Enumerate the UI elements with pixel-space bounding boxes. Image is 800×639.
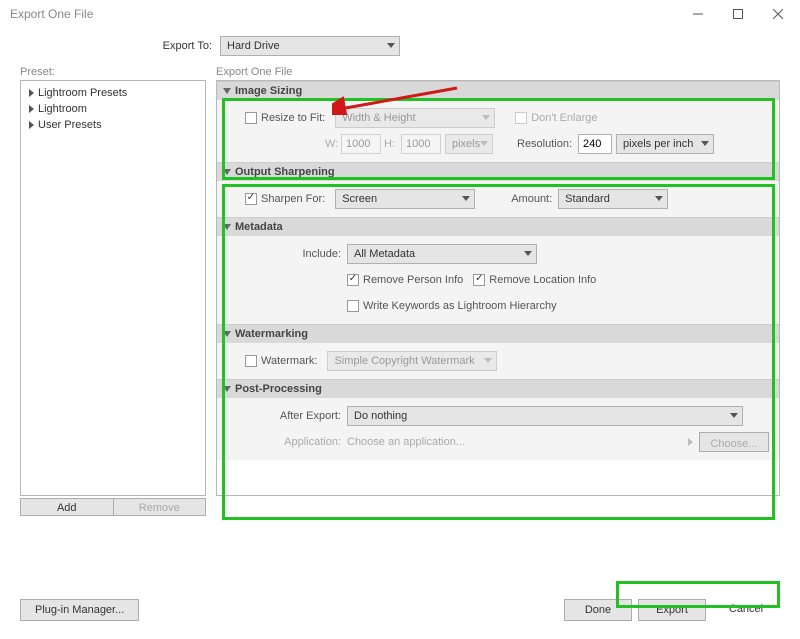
chevron-down-icon bbox=[480, 141, 488, 147]
export-to-value: Hard Drive bbox=[227, 40, 280, 52]
resize-to-fit-checkbox[interactable] bbox=[245, 112, 257, 124]
include-label: Include: bbox=[227, 248, 347, 260]
chevron-down-icon bbox=[524, 251, 532, 257]
unit-select: pixels bbox=[445, 134, 493, 154]
preset-item-label: Lightroom bbox=[38, 103, 87, 115]
preset-item-label: Lightroom Presets bbox=[38, 87, 127, 99]
preset-item-label: User Presets bbox=[38, 119, 102, 131]
triangle-right-icon bbox=[29, 121, 34, 129]
write-keywords-label: Write Keywords as Lightroom Hierarchy bbox=[363, 300, 557, 312]
export-to-label: Export To: bbox=[20, 40, 220, 52]
choose-app-button: Choose... bbox=[699, 432, 769, 452]
sharpen-checkbox[interactable] bbox=[245, 193, 257, 205]
chevron-down-icon bbox=[482, 115, 490, 121]
amount-label: Amount: bbox=[511, 193, 558, 205]
triangle-right-icon bbox=[688, 438, 693, 446]
titlebar: Export One File bbox=[0, 0, 800, 28]
watermark-select: Simple Copyright Watermark bbox=[327, 351, 497, 371]
export-button[interactable]: Export bbox=[638, 599, 706, 621]
triangle-down-icon bbox=[223, 386, 231, 392]
plugin-manager-button[interactable]: Plug-in Manager... bbox=[20, 599, 139, 621]
section-title: Metadata bbox=[235, 221, 283, 233]
sharpen-for-select[interactable]: Screen bbox=[335, 189, 475, 209]
triangle-right-icon bbox=[29, 105, 34, 113]
preset-label: Preset: bbox=[20, 66, 206, 78]
close-button[interactable] bbox=[758, 0, 798, 28]
resolution-unit-value: pixels per inch bbox=[623, 138, 693, 150]
height-input bbox=[401, 134, 441, 154]
after-export-select[interactable]: Do nothing bbox=[347, 406, 743, 426]
triangle-down-icon bbox=[223, 169, 231, 175]
remove-person-checkbox[interactable] bbox=[347, 274, 359, 286]
preset-item[interactable]: User Presets bbox=[23, 117, 203, 133]
settings-panel[interactable]: Image Sizing Resize to Fit: Width & Heig… bbox=[216, 80, 780, 496]
section-title: Image Sizing bbox=[235, 85, 302, 97]
include-select[interactable]: All Metadata bbox=[347, 244, 537, 264]
chevron-down-icon bbox=[462, 196, 470, 202]
preset-item[interactable]: Lightroom bbox=[23, 101, 203, 117]
section-header-watermark[interactable]: Watermarking bbox=[217, 325, 779, 343]
remove-person-label: Remove Person Info bbox=[363, 274, 463, 286]
chevron-down-icon bbox=[655, 196, 663, 202]
remove-preset-button: Remove bbox=[113, 498, 207, 516]
amount-select[interactable]: Standard bbox=[558, 189, 668, 209]
chevron-down-icon bbox=[387, 43, 395, 49]
triangle-down-icon bbox=[223, 331, 231, 337]
watermark-checkbox[interactable] bbox=[245, 355, 257, 367]
after-export-label: After Export: bbox=[227, 410, 347, 422]
w-label: W: bbox=[325, 138, 341, 150]
triangle-right-icon bbox=[29, 89, 34, 97]
sharpen-for-value: Screen bbox=[342, 193, 377, 205]
fit-mode-value: Width & Height bbox=[342, 112, 415, 124]
section-header-metadata[interactable]: Metadata bbox=[217, 218, 779, 236]
resolution-label: Resolution: bbox=[517, 138, 578, 150]
export-to-select[interactable]: Hard Drive bbox=[220, 36, 400, 56]
resolution-input[interactable] bbox=[578, 134, 612, 154]
chevron-down-icon bbox=[730, 413, 738, 419]
h-label: H: bbox=[381, 138, 401, 150]
triangle-down-icon bbox=[223, 88, 231, 94]
resolution-unit-select[interactable]: pixels per inch bbox=[616, 134, 714, 154]
remove-location-checkbox[interactable] bbox=[473, 274, 485, 286]
include-value: All Metadata bbox=[354, 248, 415, 260]
amount-value: Standard bbox=[565, 193, 610, 205]
dont-enlarge-label: Don't Enlarge bbox=[531, 112, 603, 124]
window-title: Export One File bbox=[10, 7, 93, 21]
sharpen-for-label: Sharpen For: bbox=[261, 193, 335, 205]
write-keywords-checkbox[interactable] bbox=[347, 300, 359, 312]
fit-mode-select: Width & Height bbox=[335, 108, 495, 128]
maximize-button[interactable] bbox=[718, 0, 758, 28]
chevron-down-icon bbox=[701, 141, 709, 147]
dont-enlarge-checkbox bbox=[515, 112, 527, 124]
remove-location-label: Remove Location Info bbox=[489, 274, 596, 286]
cancel-button[interactable]: Cancel bbox=[712, 599, 780, 621]
preset-list[interactable]: Lightroom Presets Lightroom User Presets bbox=[20, 80, 206, 496]
chevron-down-icon bbox=[484, 358, 492, 364]
watermark-value: Simple Copyright Watermark bbox=[334, 355, 474, 367]
minimize-button[interactable] bbox=[678, 0, 718, 28]
add-preset-button[interactable]: Add bbox=[20, 498, 113, 516]
triangle-down-icon bbox=[223, 224, 231, 230]
done-button[interactable]: Done bbox=[564, 599, 632, 621]
section-title: Post-Processing bbox=[235, 383, 322, 395]
after-export-value: Do nothing bbox=[354, 410, 407, 422]
section-title: Output Sharpening bbox=[235, 166, 335, 178]
preset-item[interactable]: Lightroom Presets bbox=[23, 85, 203, 101]
unit-value: pixels bbox=[452, 138, 480, 150]
right-panel-label: Export One File bbox=[216, 66, 780, 78]
application-value: Choose an application... bbox=[347, 436, 684, 448]
section-header-post-processing[interactable]: Post-Processing bbox=[217, 380, 779, 398]
section-header-image-sizing[interactable]: Image Sizing bbox=[217, 82, 779, 100]
section-title: Watermarking bbox=[235, 328, 308, 340]
section-header-sharpening[interactable]: Output Sharpening bbox=[217, 163, 779, 181]
watermark-label: Watermark: bbox=[261, 355, 327, 367]
application-label: Application: bbox=[227, 436, 347, 448]
resize-to-fit-label: Resize to Fit: bbox=[261, 112, 335, 124]
width-input bbox=[341, 134, 381, 154]
